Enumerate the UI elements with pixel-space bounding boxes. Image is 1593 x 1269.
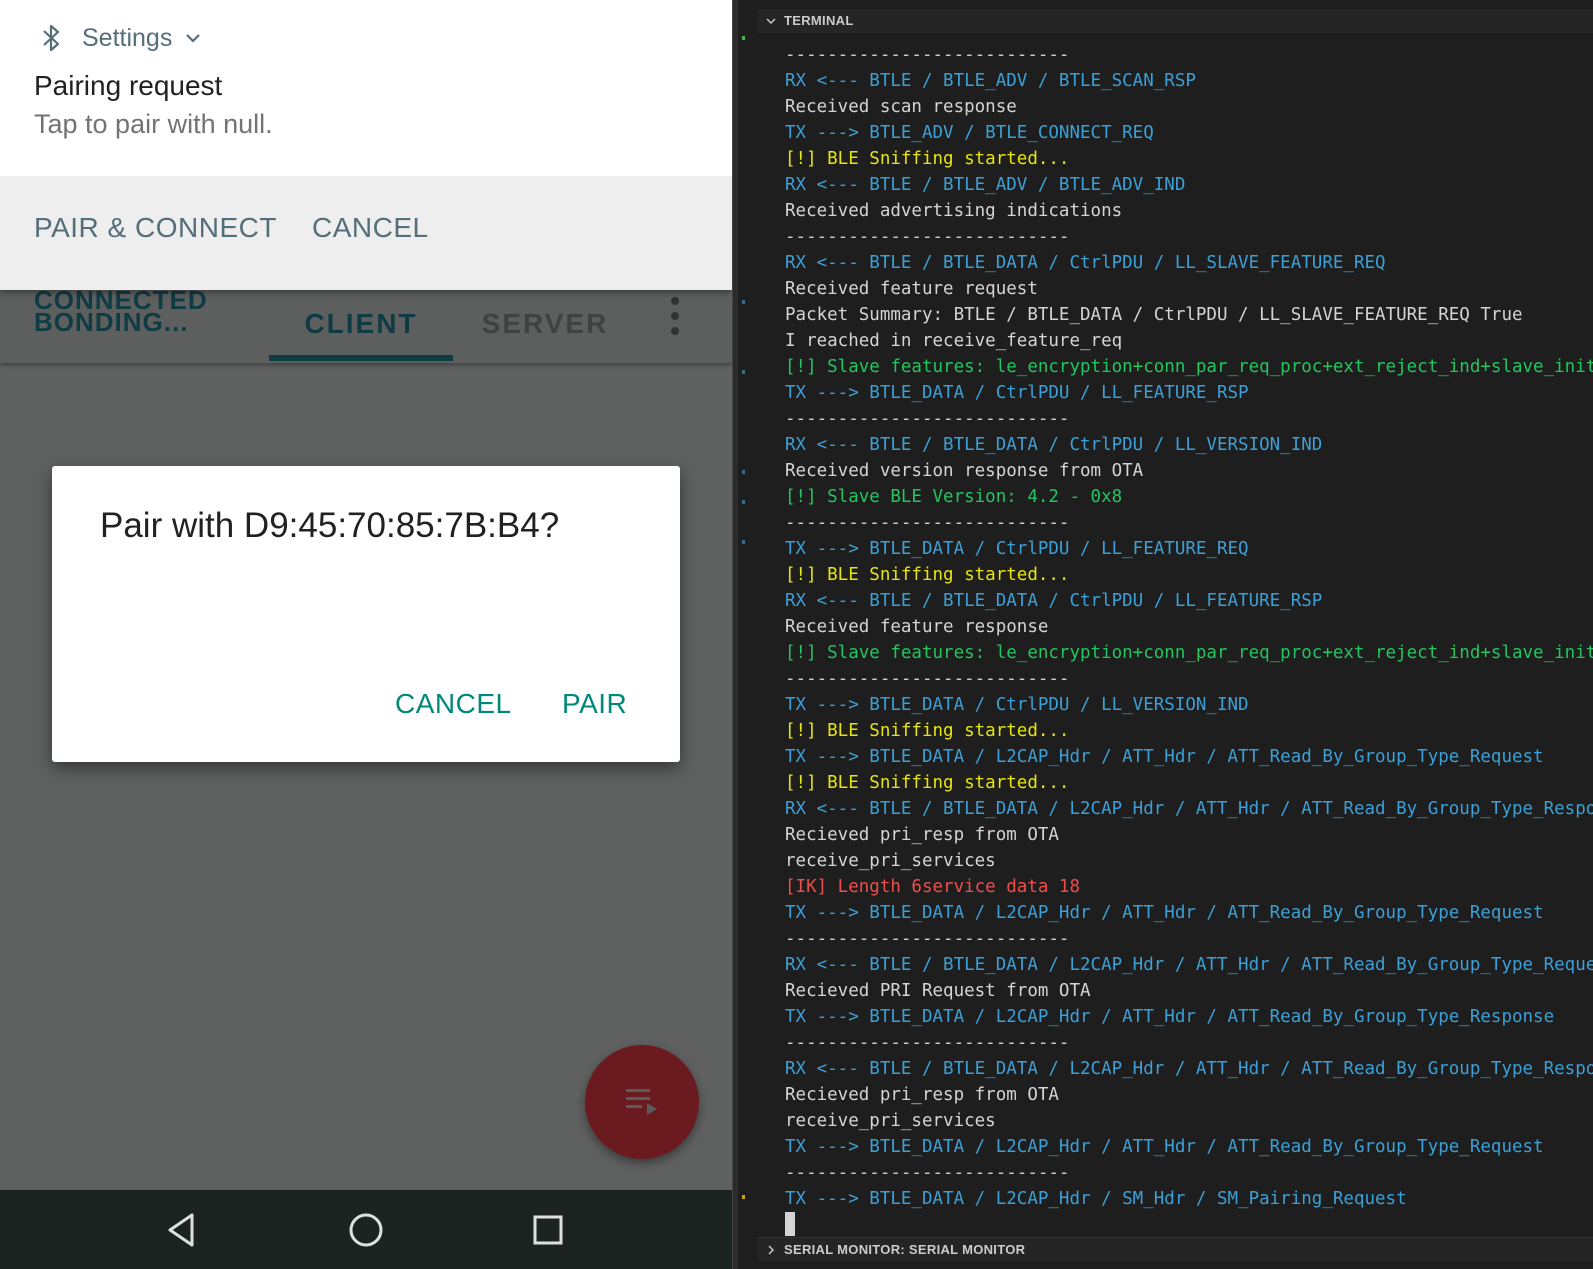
- terminal-cursor: [785, 1212, 795, 1236]
- terminal-line: TX ---> BTLE_DATA / CtrlPDU / LL_FEATURE…: [785, 539, 1249, 559]
- terminal-line: ---------------------------: [785, 227, 1070, 247]
- terminal-line: [!] Slave features: le_encryption+conn_p…: [785, 357, 1593, 377]
- chevron-right-icon[interactable]: [766, 1245, 776, 1255]
- terminal-line: TX ---> BTLE_DATA / CtrlPDU / LL_FEATURE…: [785, 383, 1249, 403]
- terminal-line: TX ---> BTLE_DATA / L2CAP_Hdr / ATT_Hdr …: [785, 903, 1544, 923]
- chevron-down-icon[interactable]: [184, 32, 202, 44]
- terminal-line: RX <--- BTLE / BTLE_ADV / BTLE_SCAN_RSP: [785, 71, 1196, 91]
- notification-title: Pairing request: [34, 70, 223, 101]
- pairing-notification[interactable]: Settings Pairing request Tap to pair wit…: [0, 0, 732, 290]
- notification-actions: PAIR & CONNECT CANCEL: [0, 176, 732, 290]
- dialog-cancel-button[interactable]: CANCEL: [395, 688, 512, 720]
- terminal-output: --------------------------- RX <--- BTLE …: [785, 42, 1593, 1212]
- serial-monitor-header[interactable]: SERIAL MONITOR: SERIAL MONITOR: [758, 1237, 1593, 1261]
- terminal-line: [!] BLE Sniffing started...: [785, 773, 1070, 793]
- android-screen: CONNECTED BONDING... CLIENT SERVER Setti…: [0, 0, 732, 1269]
- terminal-line: ---------------------------: [785, 1163, 1070, 1183]
- terminal-line: [IK] Length 6service data 18: [785, 877, 1081, 897]
- tab-indicator: [269, 355, 453, 361]
- terminal-line: Recieved pri_resp from OTA: [785, 1085, 1059, 1105]
- terminal-line: TX ---> BTLE_DATA / CtrlPDU / LL_VERSION…: [785, 695, 1249, 715]
- terminal-line: TX ---> BTLE_DATA / L2CAP_Hdr / ATT_Hdr …: [785, 747, 1544, 767]
- notification-cancel-button[interactable]: CANCEL: [312, 212, 429, 244]
- terminal-header[interactable]: TERMINAL: [758, 9, 1593, 33]
- log-fab-button[interactable]: [585, 1045, 699, 1159]
- chevron-down-icon[interactable]: [766, 16, 776, 26]
- dialog-title: Pair with D9:45:70:85:7B:B4?: [100, 506, 560, 545]
- notification-header: Settings: [38, 20, 202, 56]
- terminal-line: TX ---> BTLE_ADV / BTLE_CONNECT_REQ: [785, 123, 1154, 143]
- app-bar: CONNECTED BONDING... CLIENT SERVER: [0, 285, 732, 363]
- terminal-line: RX <--- BTLE / BTLE_DATA / CtrlPDU / LL_…: [785, 253, 1386, 273]
- terminal-line: Received scan response: [785, 97, 1017, 117]
- terminal-line: TX ---> BTLE_DATA / L2CAP_Hdr / SM_Hdr /…: [785, 1189, 1407, 1209]
- terminal-line: TX ---> BTLE_DATA / L2CAP_Hdr / ATT_Hdr …: [785, 1007, 1555, 1027]
- terminal-line: ---------------------------: [785, 929, 1070, 949]
- terminal-line: [!] BLE Sniffing started...: [785, 721, 1070, 741]
- back-icon[interactable]: [162, 1208, 206, 1252]
- terminal-line: [!] Slave features: le_encryption+conn_p…: [785, 643, 1593, 663]
- terminal-line: Packet Summary: BTLE / BTLE_DATA / CtrlP…: [785, 305, 1523, 325]
- terminal-line: RX <--- BTLE / BTLE_DATA / L2CAP_Hdr / A…: [785, 799, 1593, 819]
- terminal-line: ---------------------------: [785, 513, 1070, 533]
- more-options-icon[interactable]: [663, 293, 687, 341]
- terminal-line: Received feature request: [785, 279, 1038, 299]
- notification-text: Tap to pair with null.: [34, 109, 273, 139]
- terminal-line: TX ---> BTLE_DATA / L2CAP_Hdr / ATT_Hdr …: [785, 1137, 1544, 1157]
- terminal-line: RX <--- BTLE / BTLE_ADV / BTLE_ADV_IND: [785, 175, 1186, 195]
- tab-client[interactable]: CLIENT: [269, 285, 453, 363]
- terminal-panel[interactable]: TERMINAL --------------------------- RX <…: [758, 0, 1593, 1269]
- recent-apps-icon[interactable]: [526, 1208, 570, 1252]
- terminal-line: RX <--- BTLE / BTLE_DATA / L2CAP_Hdr / A…: [785, 955, 1593, 975]
- tab-server[interactable]: SERVER: [470, 285, 620, 363]
- terminal-title: TERMINAL: [784, 13, 854, 28]
- terminal-line: receive_pri_services: [785, 851, 996, 871]
- terminal-line: Received feature response: [785, 617, 1049, 637]
- pair-and-connect-button[interactable]: PAIR & CONNECT: [34, 212, 277, 244]
- terminal-line: ---------------------------: [785, 669, 1070, 689]
- terminal-line: RX <--- BTLE / BTLE_DATA / CtrlPDU / LL_…: [785, 591, 1323, 611]
- bluetooth-icon: [43, 24, 60, 52]
- terminal-line: [!] Slave BLE Version: 4.2 - 0x8: [785, 487, 1123, 507]
- terminal-line: RX <--- BTLE / BTLE_DATA / CtrlPDU / LL_…: [785, 435, 1323, 455]
- terminal-line: Recieved pri_resp from OTA: [785, 825, 1059, 845]
- terminal-line: RX <--- BTLE / BTLE_DATA / L2CAP_Hdr / A…: [785, 1059, 1593, 1079]
- terminal-line: I reached in receive_feature_req: [785, 331, 1123, 351]
- serial-monitor-title: SERIAL MONITOR: SERIAL MONITOR: [784, 1242, 1026, 1257]
- terminal-line: receive_pri_services: [785, 1111, 996, 1131]
- pair-dialog: Pair with D9:45:70:85:7B:B4? CANCEL PAIR: [52, 466, 680, 762]
- bonding-status: BONDING...: [34, 307, 189, 337]
- terminal-line: [!] BLE Sniffing started...: [785, 565, 1070, 585]
- terminal-line: [!] BLE Sniffing started...: [785, 149, 1070, 169]
- home-icon[interactable]: [344, 1208, 388, 1252]
- playlist-icon: [626, 1089, 657, 1115]
- notification-app-name: Settings: [82, 23, 173, 52]
- terminal-line: ---------------------------: [785, 1033, 1070, 1053]
- dialog-pair-button[interactable]: PAIR: [562, 688, 627, 720]
- navigation-bar: [0, 1190, 732, 1269]
- terminal-line: Received version response from OTA: [785, 461, 1144, 481]
- editor-gutter: [738, 0, 758, 1269]
- terminal-line: ---------------------------: [785, 45, 1070, 65]
- terminal-line: Received advertising indications: [785, 201, 1123, 221]
- terminal-line: Recieved PRI Request from OTA: [785, 981, 1091, 1001]
- terminal-line: ---------------------------: [785, 409, 1070, 429]
